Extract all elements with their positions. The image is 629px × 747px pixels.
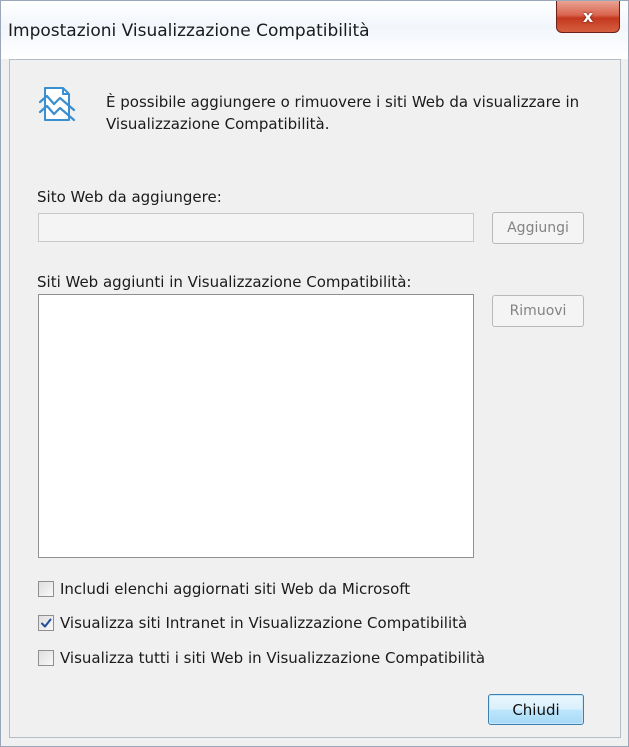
compatibility-view-icon [37, 84, 77, 124]
title-bar[interactable]: Impostazioni Visualizzazione Compatibili… [1, 1, 628, 59]
checkbox[interactable] [38, 615, 54, 631]
site-list-label: Siti Web aggiunti in Visualizzazione Com… [37, 273, 412, 291]
option-all-sites[interactable]: Visualizza tutti i siti Web in Visualizz… [38, 649, 485, 667]
window-title: Impostazioni Visualizzazione Compatibili… [8, 21, 370, 41]
option-include-microsoft-lists[interactable]: Includi elenchi aggiornati siti Web da M… [38, 580, 410, 598]
info-message: È possibile aggiungere o rimuovere i sit… [106, 93, 580, 133]
checkbox[interactable] [38, 581, 54, 597]
remove-button[interactable]: Rimuovi [492, 295, 584, 327]
site-input-label: Sito Web da aggiungere: [37, 188, 222, 206]
check-mark-icon [41, 618, 52, 628]
site-list-box[interactable] [38, 294, 474, 558]
option-intranet-sites[interactable]: Visualizza siti Intranet in Visualizzazi… [38, 614, 467, 632]
option-label: Visualizza siti Intranet in Visualizzazi… [60, 614, 468, 632]
add-button[interactable]: Aggiungi [492, 212, 584, 244]
close-window-button[interactable]: x [556, 1, 620, 33]
dialog-window: Impostazioni Visualizzazione Compatibili… [0, 0, 629, 747]
option-label: Visualizza tutti i siti Web in Visualizz… [60, 649, 486, 667]
site-url-input[interactable] [38, 213, 474, 242]
close-icon: x [582, 6, 594, 26]
close-button[interactable]: Chiudi [488, 694, 584, 725]
option-label: Includi elenchi aggiornati siti Web da M… [60, 580, 411, 598]
checkbox[interactable] [38, 650, 54, 666]
